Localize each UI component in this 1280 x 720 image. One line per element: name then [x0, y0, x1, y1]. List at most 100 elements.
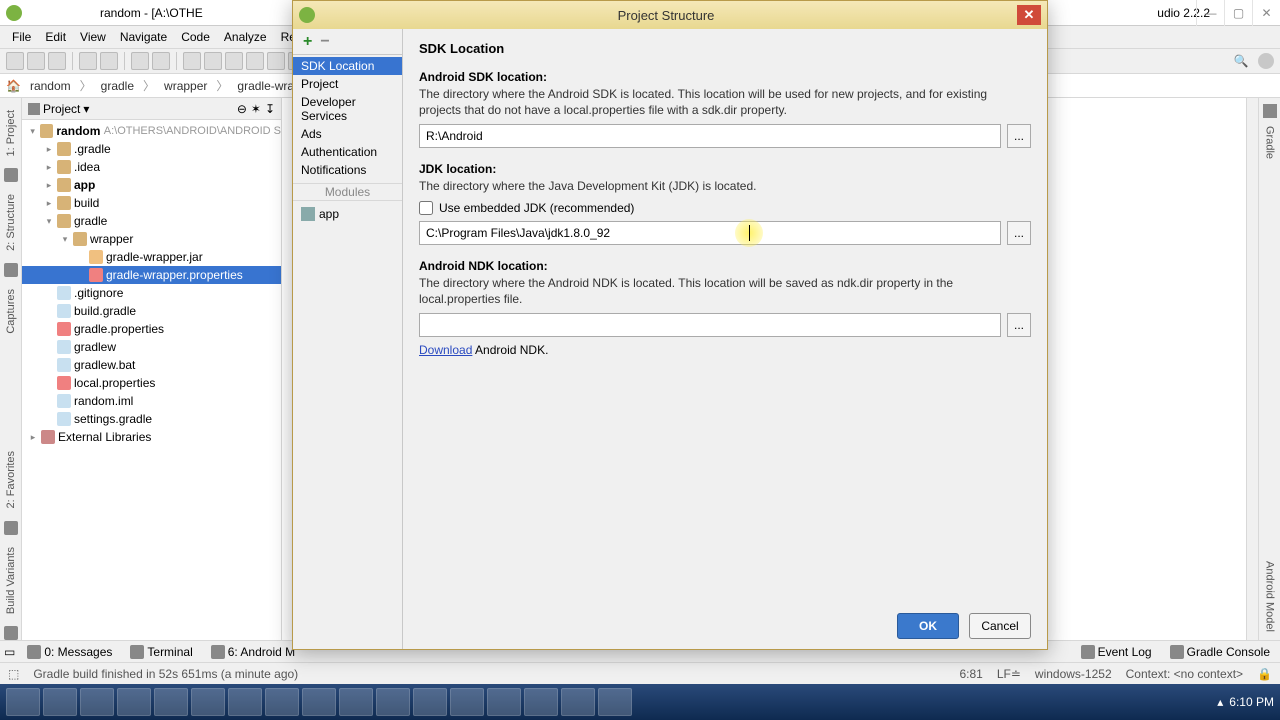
- dock-terminal[interactable]: Terminal: [124, 644, 198, 660]
- project-view-dropdown[interactable]: Project ▾: [28, 102, 89, 116]
- taskbar-item[interactable]: [524, 688, 558, 716]
- taskbar-item[interactable]: [191, 688, 225, 716]
- taskbar-item[interactable]: [598, 688, 632, 716]
- tab-build-variants[interactable]: Build Variants: [3, 539, 19, 622]
- dock-gradle-console[interactable]: Gradle Console: [1164, 644, 1276, 660]
- sidebar-item-ads[interactable]: Ads: [293, 125, 402, 143]
- embedded-jdk-checkbox[interactable]: Use embedded JDK (recommended): [419, 201, 1031, 215]
- minimize-button[interactable]: —: [1196, 0, 1224, 26]
- tab-project[interactable]: 1: Project: [3, 102, 19, 164]
- dock-event-log[interactable]: Event Log: [1075, 644, 1158, 660]
- tree-item[interactable]: gradlew.bat: [22, 356, 281, 374]
- breadcrumb-home-icon[interactable]: 🏠: [6, 79, 21, 93]
- ndk-browse-button[interactable]: ...: [1007, 313, 1031, 337]
- tree-item[interactable]: ▸.idea: [22, 158, 281, 176]
- sidebar-item-authentication[interactable]: Authentication: [293, 143, 402, 161]
- tab-structure[interactable]: 2: Structure: [3, 186, 19, 259]
- jdk-browse-button[interactable]: ...: [1007, 221, 1031, 245]
- dialog-close-button[interactable]: ✕: [1017, 5, 1041, 25]
- sdk-browse-button[interactable]: ...: [1007, 124, 1031, 148]
- menu-file[interactable]: File: [6, 28, 37, 46]
- toolbar-button[interactable]: [225, 52, 243, 70]
- tree-item[interactable]: settings.gradle: [22, 410, 281, 428]
- tree-item[interactable]: gradle-wrapper.jar: [22, 248, 281, 266]
- embedded-jdk-checkbox-input[interactable]: [419, 201, 433, 215]
- remove-button[interactable]: −: [320, 33, 329, 51]
- taskbar-item[interactable]: [413, 688, 447, 716]
- tray-arrow-icon[interactable]: ▴: [1217, 695, 1223, 709]
- add-button[interactable]: +: [303, 33, 312, 51]
- toolbar-button[interactable]: [152, 52, 170, 70]
- toolbar-button[interactable]: [183, 52, 201, 70]
- tree-item[interactable]: local.properties: [22, 374, 281, 392]
- toolbar-button[interactable]: [79, 52, 97, 70]
- toolbar-button[interactable]: [27, 52, 45, 70]
- ndk-download-link[interactable]: Download: [419, 343, 472, 357]
- toolbar-button[interactable]: [267, 52, 285, 70]
- toolbar-button[interactable]: [204, 52, 222, 70]
- tree-item[interactable]: ▸.gradle: [22, 140, 281, 158]
- menu-code[interactable]: Code: [175, 28, 216, 46]
- menu-edit[interactable]: Edit: [39, 28, 72, 46]
- tab-android-model[interactable]: Android Model: [1262, 553, 1278, 640]
- taskbar-item[interactable]: [302, 688, 336, 716]
- taskbar-item[interactable]: [487, 688, 521, 716]
- tree-item[interactable]: .gitignore: [22, 284, 281, 302]
- menu-analyze[interactable]: Analyze: [218, 28, 273, 46]
- taskbar-item[interactable]: [117, 688, 151, 716]
- sidebar-item-notifications[interactable]: Notifications: [293, 161, 402, 179]
- tree-root[interactable]: ▾random A:\OTHERS\ANDROID\ANDROID S: [22, 122, 281, 140]
- taskbar-item[interactable]: [154, 688, 188, 716]
- menu-view[interactable]: View: [74, 28, 112, 46]
- search-icon[interactable]: 🔍: [1231, 51, 1251, 71]
- dock-android[interactable]: 6: Android M: [205, 644, 301, 660]
- tree-item[interactable]: gradle.properties: [22, 320, 281, 338]
- start-button[interactable]: [6, 688, 40, 716]
- close-button[interactable]: ✕: [1252, 0, 1280, 26]
- project-tree[interactable]: ▾random A:\OTHERS\ANDROID\ANDROID S▸.gra…: [22, 120, 281, 640]
- ok-button[interactable]: OK: [897, 613, 959, 639]
- dock-messages[interactable]: 0: Messages: [21, 644, 118, 660]
- toolbar-button[interactable]: [48, 52, 66, 70]
- jdk-path-input[interactable]: [419, 221, 1001, 245]
- sidebar-item-sdk-location[interactable]: SDK Location: [293, 57, 402, 75]
- settings-icon[interactable]: ✶: [251, 102, 261, 116]
- maximize-button[interactable]: ▢: [1224, 0, 1252, 26]
- collapse-icon[interactable]: ⊖: [237, 102, 247, 116]
- taskbar-item[interactable]: [376, 688, 410, 716]
- taskbar-item[interactable]: [265, 688, 299, 716]
- sidebar-item-developer-services[interactable]: Developer Services: [293, 93, 402, 125]
- taskbar-item[interactable]: [339, 688, 373, 716]
- system-tray[interactable]: ▴ 6:10 PM: [1217, 695, 1274, 709]
- avatar-icon[interactable]: [1258, 53, 1274, 69]
- hide-icon[interactable]: ↧: [265, 102, 275, 116]
- dialog-titlebar[interactable]: Project Structure ✕: [293, 1, 1047, 29]
- taskbar-item[interactable]: [561, 688, 595, 716]
- breadcrumb-item[interactable]: gradle-wra: [231, 78, 300, 94]
- breadcrumb-item[interactable]: gradle: [95, 78, 140, 94]
- toolbar-button[interactable]: [131, 52, 149, 70]
- tree-item[interactable]: ▸app: [22, 176, 281, 194]
- toolbar-button[interactable]: [246, 52, 264, 70]
- tree-external-libs[interactable]: ▸External Libraries: [22, 428, 281, 446]
- taskbar-item[interactable]: [43, 688, 77, 716]
- tree-item[interactable]: random.iml: [22, 392, 281, 410]
- toolbar-button[interactable]: [6, 52, 24, 70]
- tool-window-icon[interactable]: ▭: [4, 645, 15, 659]
- tab-gradle[interactable]: Gradle: [1262, 118, 1278, 167]
- tree-item[interactable]: gradle-wrapper.properties: [22, 266, 281, 284]
- menu-navigate[interactable]: Navigate: [114, 28, 173, 46]
- sidebar-item-project[interactable]: Project: [293, 75, 402, 93]
- tree-item[interactable]: ▸build: [22, 194, 281, 212]
- toolbar-button[interactable]: [100, 52, 118, 70]
- tree-item[interactable]: build.gradle: [22, 302, 281, 320]
- taskbar-item[interactable]: [228, 688, 262, 716]
- ndk-path-input[interactable]: [419, 313, 1001, 337]
- tab-favorites[interactable]: 2: Favorites: [3, 443, 19, 516]
- sidebar-module-app[interactable]: app: [293, 205, 402, 223]
- breadcrumb-item[interactable]: wrapper: [158, 78, 213, 94]
- taskbar-item[interactable]: [450, 688, 484, 716]
- tab-captures[interactable]: Captures: [3, 281, 19, 342]
- tree-item[interactable]: gradlew: [22, 338, 281, 356]
- tree-item[interactable]: ▾wrapper: [22, 230, 281, 248]
